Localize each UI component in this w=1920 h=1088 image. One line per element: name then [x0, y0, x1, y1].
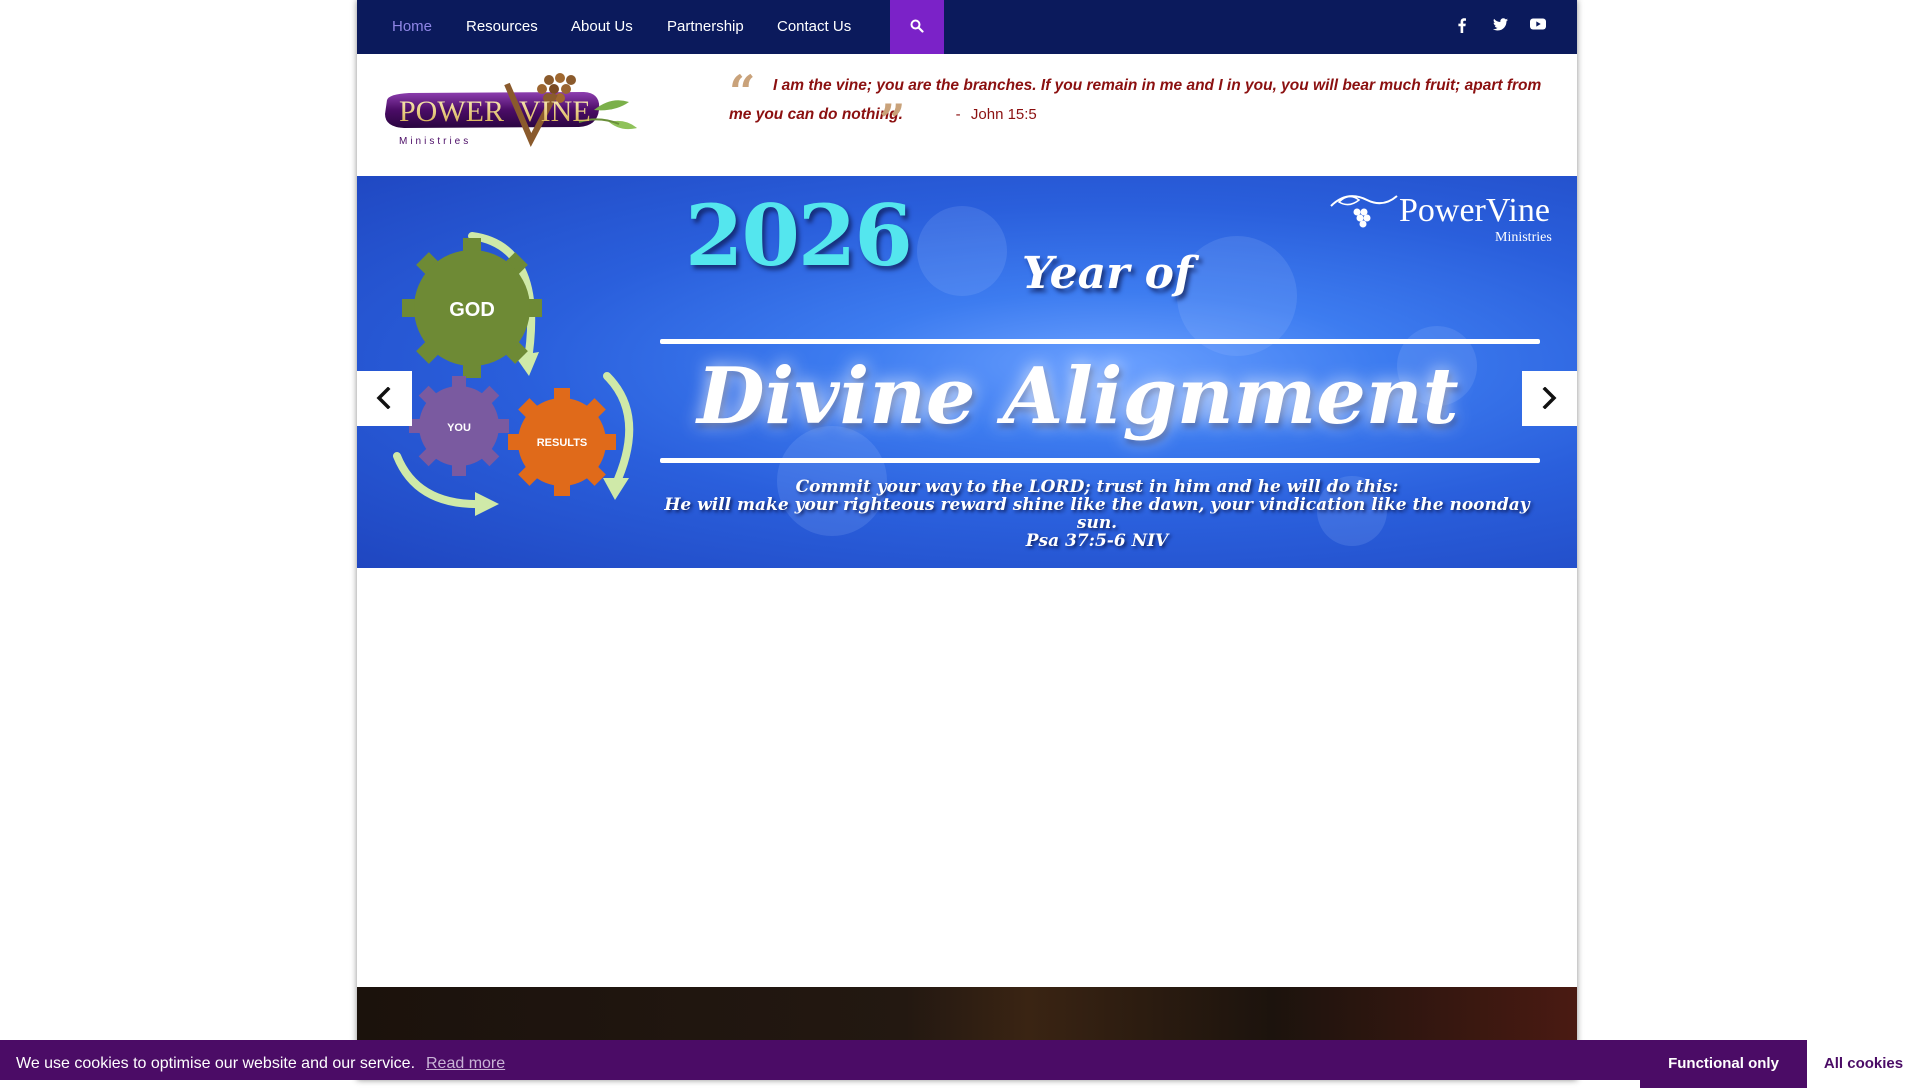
slider-verse-line2: He will make your righteous reward shine…: [664, 495, 1530, 533]
quote-reference: John 15:5: [970, 106, 1037, 123]
nav-home[interactable]: Home: [392, 0, 432, 54]
chevron-right-icon: [1542, 387, 1557, 409]
slider-year-of: Year of: [1022, 248, 1193, 299]
slider-brand: PowerVine Ministries: [1327, 186, 1567, 245]
bokeh-light: [1177, 236, 1297, 356]
all-cookies-button[interactable]: All cookies: [1807, 1040, 1920, 1088]
slider-title: Divine Alignment: [697, 351, 1459, 442]
quote-body: I am the vine; you are the branches. If …: [729, 71, 1549, 129]
grape-vine-icon: [1330, 195, 1398, 228]
search-icon: [910, 19, 924, 33]
youtube-link[interactable]: [1528, 18, 1548, 36]
scripture-quote: “ I am the vine; you are the branches. I…: [729, 65, 1549, 144]
cookie-consent-bar: We use cookies to optimise our website a…: [0, 1040, 1920, 1088]
gear-label-god: GOD: [449, 299, 495, 321]
slider-verse-line1: Commit your way to the LORD; trust in hi…: [795, 477, 1399, 497]
slider-prev-button[interactable]: [357, 371, 412, 426]
slider-brand-name: PowerVine: [1399, 192, 1550, 229]
quote-separator: -: [955, 106, 961, 123]
gears-graphic: GOD YOU RESULTS: [393, 232, 634, 516]
slider-verse-reference: Psa 37:5-6 NIV: [1025, 531, 1169, 551]
functional-only-button[interactable]: Functional only: [1640, 1040, 1807, 1088]
slider-brand-sub: Ministries: [1495, 230, 1552, 245]
gear-label-you: YOU: [447, 422, 471, 434]
slider-next-button[interactable]: [1522, 371, 1577, 426]
slider-year: 2026: [685, 186, 913, 285]
page-container: Home Resources About Us Partnership Cont…: [357, 0, 1577, 1080]
open-quote-icon: “: [729, 65, 756, 119]
slider-divider-top: [660, 339, 1540, 344]
close-quote-icon: ”: [879, 94, 906, 148]
powervine-logo[interactable]: POWER VINE Ministries: [379, 72, 641, 150]
facebook-icon: [1458, 18, 1466, 33]
site-header: POWER VINE Ministries “ I am the vine; y…: [357, 54, 1577, 176]
gear-label-results: RESULTS: [537, 437, 588, 449]
bokeh-light: [917, 206, 1007, 296]
nav-resources[interactable]: Resources: [466, 0, 538, 54]
nav-contact-us[interactable]: Contact Us: [777, 0, 851, 54]
cookie-read-more-link[interactable]: Read more: [426, 1040, 505, 1088]
slider-divider-bottom: [660, 458, 1540, 463]
quote-text: I am the vine; you are the branches. If …: [729, 77, 1542, 123]
hero-slider: GOD YOU RESULTS 2026 Year of Divine Alig…: [357, 176, 1577, 568]
facebook-link[interactable]: [1452, 18, 1472, 36]
logo-text-power: POWER: [399, 95, 504, 128]
logo-text-vine: VINE: [519, 95, 591, 128]
twitter-link[interactable]: [1490, 18, 1510, 36]
twitter-icon: [1492, 18, 1508, 31]
cookie-message: We use cookies to optimise our website a…: [16, 1055, 416, 1072]
slider-verse: Commit your way to the LORD; trust in hi…: [647, 478, 1547, 532]
nav-partnership[interactable]: Partnership: [667, 0, 744, 54]
nav-about-us[interactable]: About Us: [571, 0, 633, 54]
youtube-icon: [1530, 18, 1546, 30]
logo-text-sub: Ministries: [399, 136, 471, 147]
top-navigation: Home Resources About Us Partnership Cont…: [357, 0, 1577, 54]
search-button[interactable]: [890, 0, 944, 54]
chevron-left-icon: [376, 387, 391, 409]
